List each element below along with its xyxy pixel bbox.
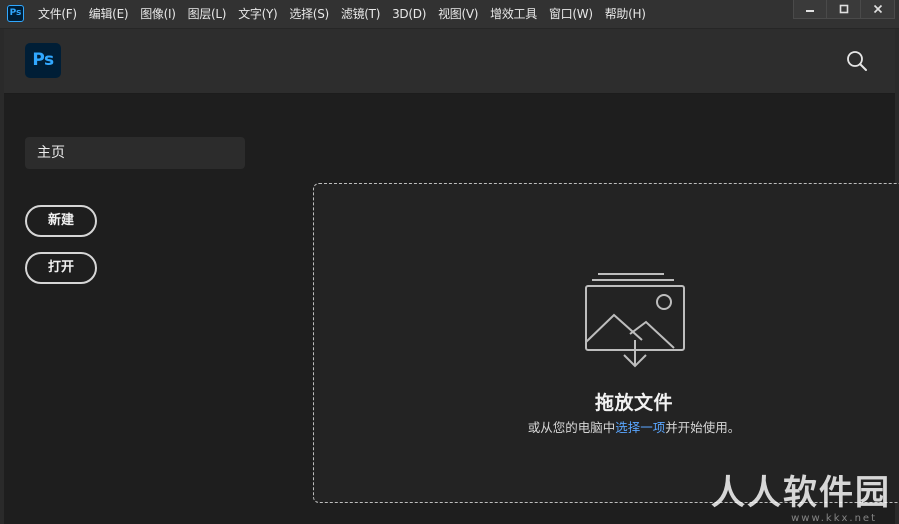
watermark-url: www.kkx.net <box>791 513 877 524</box>
photoshop-app-icon[interactable]: Ps <box>7 5 24 22</box>
menu-edit[interactable]: 编辑(E) <box>83 0 134 29</box>
open-button[interactable]: 打开 <box>25 252 97 284</box>
drop-subtitle: 或从您的电脑中选择一项并开始使用。 <box>314 417 899 436</box>
drop-title: 拖放文件 <box>594 392 673 414</box>
menu-image[interactable]: 图像(I) <box>134 0 181 29</box>
menu-3d[interactable]: 3D(D) <box>386 0 432 29</box>
select-file-link[interactable]: 选择一项 <box>615 420 665 435</box>
menu-type[interactable]: 文字(Y) <box>232 0 283 29</box>
menu-plugins[interactable]: 增效工具 <box>484 0 543 29</box>
menu-view[interactable]: 视图(V) <box>432 0 484 29</box>
menu-window[interactable]: 窗口(W) <box>543 0 599 29</box>
image-upload-icon <box>585 273 685 368</box>
watermark: 人人软件园 <box>711 473 891 513</box>
home-screen: 主页 新建 打开 拖放文件 或从您的电脑中选择一项并开始使用。 <box>4 94 899 524</box>
menu-help[interactable]: 帮助(H) <box>599 0 652 29</box>
menu-file[interactable]: 文件(F) <box>32 0 83 29</box>
new-button[interactable]: 新建 <box>25 205 97 237</box>
search-icon[interactable] <box>846 50 868 72</box>
menu-layer[interactable]: 图层(L) <box>182 0 233 29</box>
drop-subtitle-pre: 或从您的电脑中 <box>527 420 616 435</box>
menu-select[interactable]: 选择(S) <box>283 0 334 29</box>
minimize-button[interactable] <box>793 0 827 19</box>
close-icon <box>873 4 882 14</box>
drop-subtitle-post: 并开始使用。 <box>665 420 741 435</box>
close-button[interactable] <box>861 0 895 19</box>
file-drop-zone[interactable]: 拖放文件 或从您的电脑中选择一项并开始使用。 <box>313 183 899 503</box>
menu-filter[interactable]: 滤镜(T) <box>335 0 386 29</box>
maximize-icon <box>839 4 848 14</box>
photoshop-logo: Ps <box>25 43 61 78</box>
window-controls <box>793 0 895 19</box>
minimize-icon <box>806 10 814 12</box>
maximize-button[interactable] <box>827 0 861 19</box>
sidebar-item-home[interactable]: 主页 <box>25 137 245 169</box>
app-header: Ps <box>4 29 895 94</box>
menu-bar: Ps 文件(F) 编辑(E) 图像(I) 图层(L) 文字(Y) 选择(S) 滤… <box>0 0 899 29</box>
menu-items: 文件(F) 编辑(E) 图像(I) 图层(L) 文字(Y) 选择(S) 滤镜(T… <box>32 0 652 29</box>
